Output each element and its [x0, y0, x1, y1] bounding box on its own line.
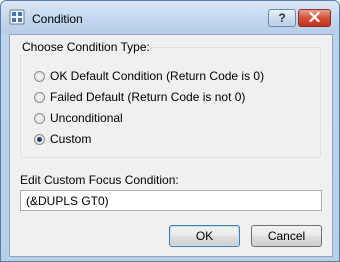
radio-failed-default[interactable]: Failed Default (Return Code is not 0) — [34, 90, 245, 104]
condition-app-icon — [9, 9, 25, 25]
close-icon — [309, 11, 320, 25]
custom-condition-input[interactable]: (&DUPLS GT0) — [20, 190, 322, 211]
radio-ok-default[interactable]: OK Default Condition (Return Code is 0) — [34, 69, 264, 83]
custom-condition-label: Edit Custom Focus Condition: — [20, 173, 179, 187]
cancel-button[interactable]: Cancel — [251, 225, 322, 247]
help-icon: ? — [278, 11, 286, 25]
radio-button[interactable] — [34, 91, 45, 103]
ok-button[interactable]: OK — [169, 225, 240, 247]
radio-label: OK Default Condition (Return Code is 0) — [50, 69, 265, 83]
close-button[interactable] — [298, 9, 331, 27]
radio-label: Failed Default (Return Code is not 0) — [50, 90, 246, 104]
radio-unconditional[interactable]: Unconditional — [34, 111, 123, 125]
radio-button[interactable] — [34, 70, 45, 82]
window-title: Condition — [32, 12, 83, 26]
radio-button[interactable] — [34, 112, 45, 124]
condition-type-legend: Choose Condition Type: — [20, 40, 152, 54]
radio-label: Custom — [50, 132, 92, 146]
radio-button-selected[interactable] — [34, 133, 45, 145]
condition-dialog: Condition ? Choose Condition Type: OK De… — [0, 0, 340, 262]
help-button[interactable]: ? — [268, 9, 296, 27]
radio-label: Unconditional — [50, 111, 123, 125]
radio-custom[interactable]: Custom — [34, 132, 91, 146]
dialog-content: Choose Condition Type: OK Default Condit… — [9, 34, 333, 257]
title-bar[interactable]: Condition ? — [1, 1, 339, 34]
